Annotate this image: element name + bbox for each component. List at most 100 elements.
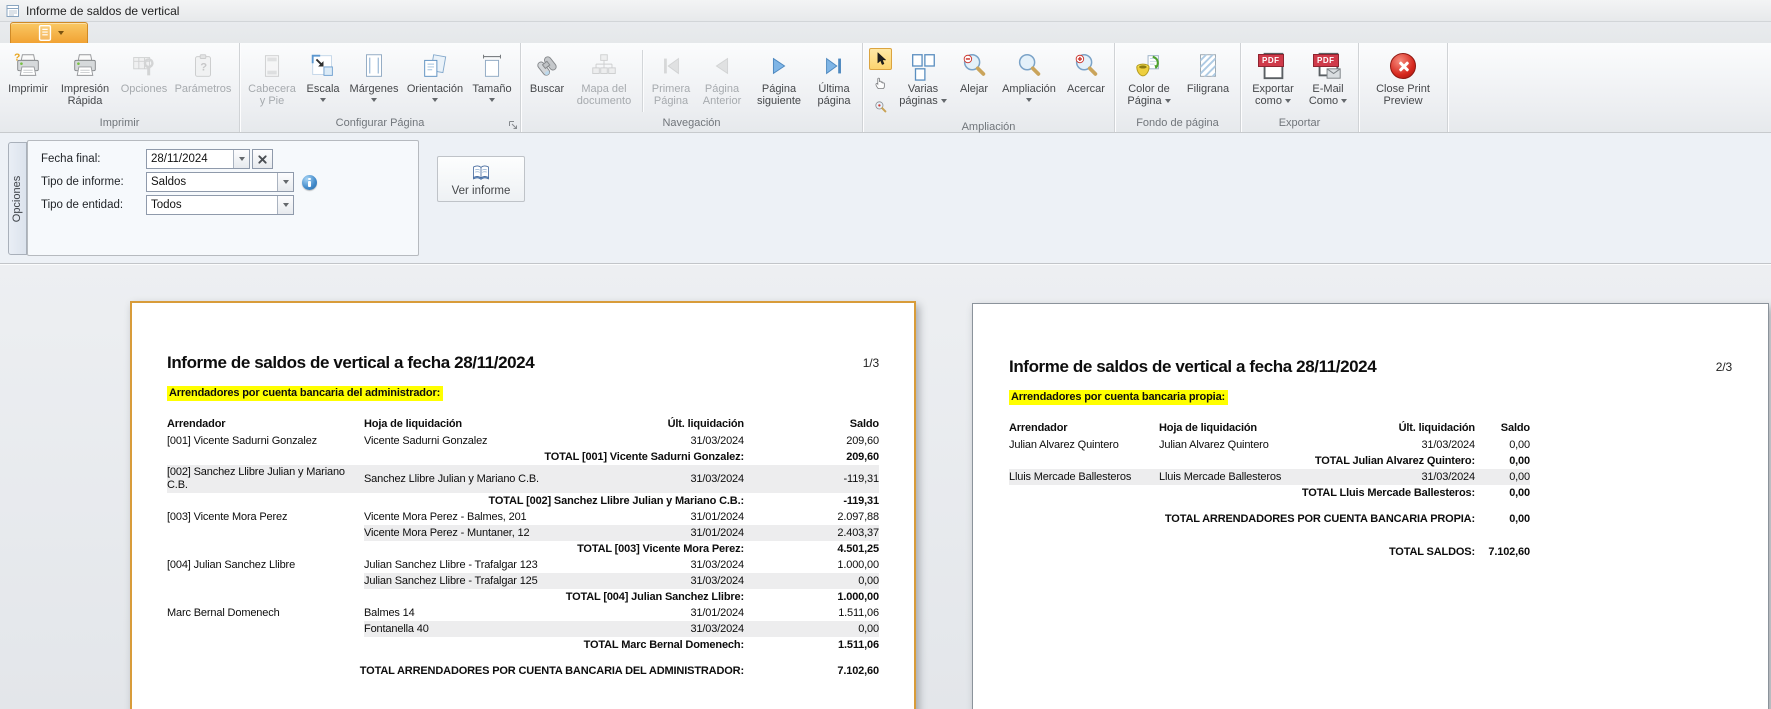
orientacion-button[interactable]: Orientación: [403, 46, 467, 116]
fecha-final-input[interactable]: 28/11/2024: [146, 149, 250, 169]
section-heading: Arrendadores por cuenta bancaria propia:: [1009, 390, 1228, 405]
options-strip: Opciones Fecha final: 28/11/2024 Tipo de…: [0, 133, 1771, 264]
pagina-siguiente-button[interactable]: Página siguiente: [749, 46, 809, 116]
button-label: Márgenes: [350, 83, 399, 95]
primera-pagina-button[interactable]: Primera Página: [647, 46, 695, 116]
chevron-down-icon: [489, 98, 495, 102]
page-number: 1/3: [863, 356, 879, 370]
total-row: TOTAL [002] Sanchez Llibre Julian y Mari…: [167, 493, 879, 509]
printer-icon: ?: [13, 48, 43, 83]
close-icon: [1390, 48, 1416, 83]
preview-area[interactable]: Informe de saldos de vertical a fecha 28…: [0, 264, 1771, 709]
button-label: Close Print Preview: [1364, 83, 1442, 107]
button-label: Cabecera y Pie: [245, 83, 299, 107]
last-page-icon: [821, 48, 847, 83]
mapa-del-documento-button[interactable]: Mapa del documento: [570, 46, 638, 116]
button-label: E-Mail Como: [1303, 83, 1353, 107]
button-label: Ampliación: [1002, 83, 1056, 95]
ribbon-group-fondo-de-pagina: Color de Página Filigrana Fondo de págin…: [1115, 43, 1241, 132]
previous-page-icon: [709, 48, 735, 83]
button-label: Varias páginas: [896, 83, 950, 107]
dialog-launcher-icon[interactable]: [508, 120, 518, 130]
chevron-down-icon[interactable]: [233, 150, 249, 168]
button-label: Parámetros: [175, 83, 232, 95]
total-row: TOTAL Julian Alvarez Quintero:0,00: [1009, 453, 1530, 469]
hand-tool-button[interactable]: [869, 72, 892, 94]
button-label: Filigrana: [1187, 83, 1229, 95]
group-caption: Imprimir: [0, 116, 239, 132]
app-menu-button[interactable]: [10, 22, 88, 43]
tipo-de-entidad-row: Tipo de entidad: Todos: [41, 195, 418, 215]
quick-print-icon: [70, 48, 100, 83]
total-row: TOTAL Marc Bernal Domenech:1.511,06: [167, 637, 879, 653]
alejar-button[interactable]: Alejar: [952, 46, 996, 120]
tamano-button[interactable]: Tamaño: [468, 46, 516, 116]
color-de-pagina-button[interactable]: Color de Página: [1119, 46, 1179, 116]
chevron-down-icon[interactable]: [277, 173, 293, 191]
open-book-icon: [470, 162, 492, 182]
parametros-button[interactable]: ? Parámetros: [171, 46, 235, 116]
zoom-tool-button[interactable]: [869, 96, 892, 118]
table-row: [003] Vicente Mora PerezVicente Mora Per…: [167, 509, 879, 525]
cabecera-y-pie-button[interactable]: Cabecera y Pie: [244, 46, 300, 116]
escala-button[interactable]: Escala: [301, 46, 345, 116]
orientation-icon: [420, 48, 450, 83]
group-caption: Configurar Página: [240, 116, 520, 132]
button-label: Página Anterior: [697, 83, 747, 107]
tab-opciones-label: Opciones: [12, 175, 24, 221]
chevron-down-icon[interactable]: [277, 196, 293, 214]
clear-date-button[interactable]: [252, 149, 273, 169]
exportar-como-button[interactable]: PDF Exportar como: [1245, 46, 1301, 116]
ver-informe-label: Ver informe: [452, 185, 511, 197]
ampliacion-button[interactable]: Ampliación: [997, 46, 1061, 120]
report-header: Informe de saldos de vertical a fecha 28…: [167, 353, 879, 373]
chevron-down-icon: [1165, 99, 1171, 103]
report-page-2[interactable]: Informe de saldos de vertical a fecha 28…: [972, 303, 1769, 709]
acercar-button[interactable]: Acercar: [1062, 46, 1110, 120]
info-icon: [302, 175, 317, 190]
button-label: Alejar: [960, 83, 988, 95]
options-box: Fecha final: 28/11/2024 Tipo de informe:…: [27, 140, 419, 256]
pagina-anterior-button[interactable]: Página Anterior: [696, 46, 748, 116]
svg-text:?: ?: [200, 61, 207, 73]
table-header-row: Arrendador Hoja de liquidación Últ. liqu…: [1009, 419, 1530, 437]
ribbon-tab-row: [0, 22, 1771, 43]
close-print-preview-button[interactable]: Close Print Preview: [1363, 46, 1443, 116]
table-header-row: Arrendador Hoja de liquidación Últ. liqu…: [167, 415, 879, 433]
imprimir-button[interactable]: ? Imprimir: [4, 46, 52, 116]
impresion-rapida-button[interactable]: Impresión Rápida: [53, 46, 117, 116]
page-color-icon: [1134, 48, 1164, 83]
button-label: Color de Página: [1120, 83, 1178, 107]
ribbon-group-navegacion: Buscar Mapa del documento Primera Página: [521, 43, 863, 132]
table-row: Fontanella 4031/03/20240,00: [167, 621, 879, 637]
pointer-tool-button[interactable]: [869, 48, 892, 70]
tab-opciones[interactable]: Opciones: [8, 142, 27, 255]
ultima-pagina-button[interactable]: Última página: [810, 46, 858, 116]
multiple-pages-icon: [908, 48, 938, 83]
email-pdf-icon: PDF: [1312, 48, 1344, 83]
button-label: Escala: [306, 83, 339, 95]
chevron-down-icon: [371, 98, 377, 102]
button-label: Buscar: [530, 83, 564, 95]
document-menu-icon: [35, 23, 55, 43]
group-caption: [1359, 116, 1447, 132]
final-total-row: TOTAL SALDOS:7.102,60: [1009, 544, 1530, 560]
email-como-button[interactable]: PDF E-Mail Como: [1302, 46, 1354, 116]
tipo-de-entidad-select[interactable]: Todos: [146, 195, 294, 215]
title-bar: Informe de saldos de vertical: [0, 0, 1771, 22]
chevron-down-icon: [320, 98, 326, 102]
ver-informe-button[interactable]: Ver informe: [437, 156, 525, 202]
button-label: Página siguiente: [750, 83, 808, 107]
filigrana-button[interactable]: Filigrana: [1180, 46, 1236, 116]
first-page-icon: [658, 48, 684, 83]
buscar-button[interactable]: Buscar: [525, 46, 569, 116]
margenes-button[interactable]: Márgenes: [346, 46, 402, 116]
tipo-de-informe-select[interactable]: Saldos: [146, 172, 294, 192]
opciones-button[interactable]: Opciones: [118, 46, 170, 116]
varias-paginas-button[interactable]: Varias páginas: [895, 46, 951, 120]
binoculars-search-icon: [532, 48, 562, 83]
table-row: Julian Alvarez QuinteroJulian Alvarez Qu…: [1009, 437, 1530, 453]
report-page-1[interactable]: Informe de saldos de vertical a fecha 28…: [130, 301, 916, 709]
chevron-down-icon: [432, 98, 438, 102]
pointer-icon: [873, 51, 889, 67]
